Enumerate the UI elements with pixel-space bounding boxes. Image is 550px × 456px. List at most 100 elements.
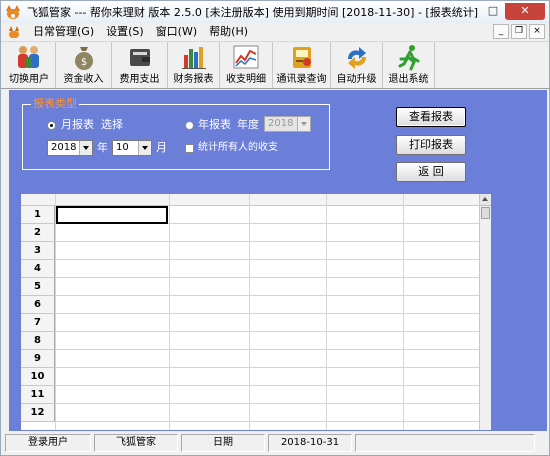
row-number: 2 <box>21 224 55 242</box>
year-label: 年度 <box>237 118 259 131</box>
yearly-year-select[interactable]: 2018 <box>264 116 311 132</box>
back-button[interactable]: 返 回 <box>396 162 466 182</box>
app-window: 飞狐管家 --- 帮你来理财 版本 2.5.0 [未注册版本] 使用到期时间 [… <box>0 0 550 456</box>
minimize-button[interactable]: — <box>457 3 481 20</box>
table-row[interactable] <box>55 332 479 350</box>
maximize-button[interactable]: □ <box>481 3 505 20</box>
selected-cell[interactable] <box>56 206 168 224</box>
mdi-close-button[interactable]: × <box>529 24 545 39</box>
table-row[interactable] <box>55 260 479 278</box>
yearly-label: 年报表 <box>198 118 231 131</box>
select-value: 10 <box>116 142 129 153</box>
tool-expense[interactable]: 费用支出 <box>112 42 168 88</box>
row-number: 3 <box>21 242 55 260</box>
tool-income[interactable]: $ 资金收入 <box>56 42 112 88</box>
report-panel: 报表类型 月报表 选择 年报表 年度 2018 2018 年 10 月 统计所有 <box>9 90 547 431</box>
table-row[interactable] <box>55 314 479 332</box>
contact-book-icon <box>287 43 317 71</box>
month-unit-label: 月 <box>156 141 167 154</box>
fox-app-icon <box>5 4 21 20</box>
month-select[interactable]: 10 <box>112 140 152 156</box>
menu-daily[interactable]: 日常管理(G) <box>27 23 100 41</box>
tool-label: 切换用户 <box>9 74 49 85</box>
table-row[interactable] <box>55 404 479 422</box>
status-date-value: 2018-10-31 <box>268 434 352 452</box>
column-divider <box>403 194 404 430</box>
chevron-down-icon <box>138 141 151 155</box>
tool-details[interactable]: 收支明细 <box>220 42 273 88</box>
row-number: 1 <box>21 206 55 224</box>
monthly-label: 月报表 <box>61 118 94 131</box>
report-type-group: 报表类型 月报表 选择 年报表 年度 2018 2018 年 10 月 统计所有 <box>22 97 330 170</box>
table-row[interactable] <box>55 224 479 242</box>
toolbar: 切换用户 $ 资金收入 费用支出 财务报表 收支明细 通讯录查询 自动升级 退出… <box>1 41 549 89</box>
menu-bar: 日常管理(G) 设置(S) 窗口(W) 帮助(H) _ ❐ × <box>1 23 549 41</box>
yearly-radio[interactable] <box>185 121 194 130</box>
year-unit-label: 年 <box>97 141 108 154</box>
mdi-restore-button[interactable]: ❐ <box>511 24 527 39</box>
all-people-label: 统计所有人的收支 <box>198 142 278 153</box>
table-row[interactable] <box>55 350 479 368</box>
menu-settings[interactable]: 设置(S) <box>100 23 150 41</box>
row-number: 9 <box>21 350 55 368</box>
status-user-label: 登录用户 <box>5 434 91 452</box>
exit-runner-icon <box>394 43 424 71</box>
table-row[interactable] <box>55 296 479 314</box>
status-bar: 登录用户 飞狐管家 日期 2018-10-31 <box>1 431 549 455</box>
menu-window[interactable]: 窗口(W) <box>150 23 203 41</box>
tool-label: 自动升级 <box>336 74 377 85</box>
scroll-up-icon[interactable] <box>480 194 491 206</box>
tool-auto-upgrade[interactable]: 自动升级 <box>331 42 383 88</box>
window-controls: — □ ✕ <box>457 3 545 20</box>
fox-menu-icon[interactable] <box>7 25 21 39</box>
print-report-button[interactable]: 打印报表 <box>396 135 466 155</box>
vertical-scrollbar[interactable] <box>479 194 491 430</box>
mdi-minimize-button[interactable]: _ <box>493 24 509 39</box>
money-bag-icon: $ <box>69 43 99 71</box>
report-grid[interactable]: 1 2 3 4 5 6 7 8 9 10 11 12 <box>21 194 491 430</box>
view-report-button[interactable]: 查看报表 <box>396 107 466 127</box>
tool-label: 资金收入 <box>63 74 104 85</box>
mdi-controls: _ ❐ × <box>491 24 545 39</box>
row-number: 11 <box>21 386 55 404</box>
scroll-thumb[interactable] <box>481 207 490 219</box>
select-label: 选择 <box>101 118 123 131</box>
upgrade-icon <box>342 43 372 71</box>
chevron-down-icon <box>79 141 92 155</box>
row-number: 7 <box>21 314 55 332</box>
tool-label: 财务报表 <box>173 74 214 85</box>
grid-header-row <box>21 194 479 206</box>
row-number: 6 <box>21 296 55 314</box>
year-select[interactable]: 2018 <box>47 140 93 156</box>
svg-text:$: $ <box>80 57 86 68</box>
tool-label: 收支明细 <box>226 74 266 85</box>
all-people-checkbox[interactable] <box>185 144 194 153</box>
column-divider <box>249 194 250 430</box>
table-row[interactable] <box>55 278 479 296</box>
tool-exit[interactable]: 退出系统 <box>383 42 435 88</box>
bar-chart-icon <box>179 43 209 71</box>
status-app-name: 飞狐管家 <box>94 434 178 452</box>
tool-contacts[interactable]: 通讯录查询 <box>273 42 331 88</box>
title-bar[interactable]: 飞狐管家 --- 帮你来理财 版本 2.5.0 [未注册版本] 使用到期时间 [… <box>1 1 549 23</box>
menu-help[interactable]: 帮助(H) <box>203 23 254 41</box>
row-number: 5 <box>21 278 55 296</box>
monthly-radio[interactable] <box>47 121 56 130</box>
table-row[interactable] <box>55 242 479 260</box>
tool-financial-report[interactable]: 财务报表 <box>168 42 220 88</box>
table-row[interactable] <box>55 386 479 404</box>
row-number: 10 <box>21 368 55 386</box>
wallet-icon <box>125 43 155 71</box>
column-divider <box>326 194 327 430</box>
tool-switch-user[interactable]: 切换用户 <box>3 42 56 88</box>
row-number: 8 <box>21 332 55 350</box>
row-number: 4 <box>21 260 55 278</box>
select-value: 2018 <box>51 142 77 153</box>
grid-cells <box>55 206 479 422</box>
close-button[interactable]: ✕ <box>505 3 545 20</box>
status-extra <box>355 434 535 452</box>
row-number: 12 <box>21 404 55 422</box>
group-title: 报表类型 <box>31 97 79 111</box>
table-row[interactable] <box>55 368 479 386</box>
users-icon <box>14 43 44 71</box>
